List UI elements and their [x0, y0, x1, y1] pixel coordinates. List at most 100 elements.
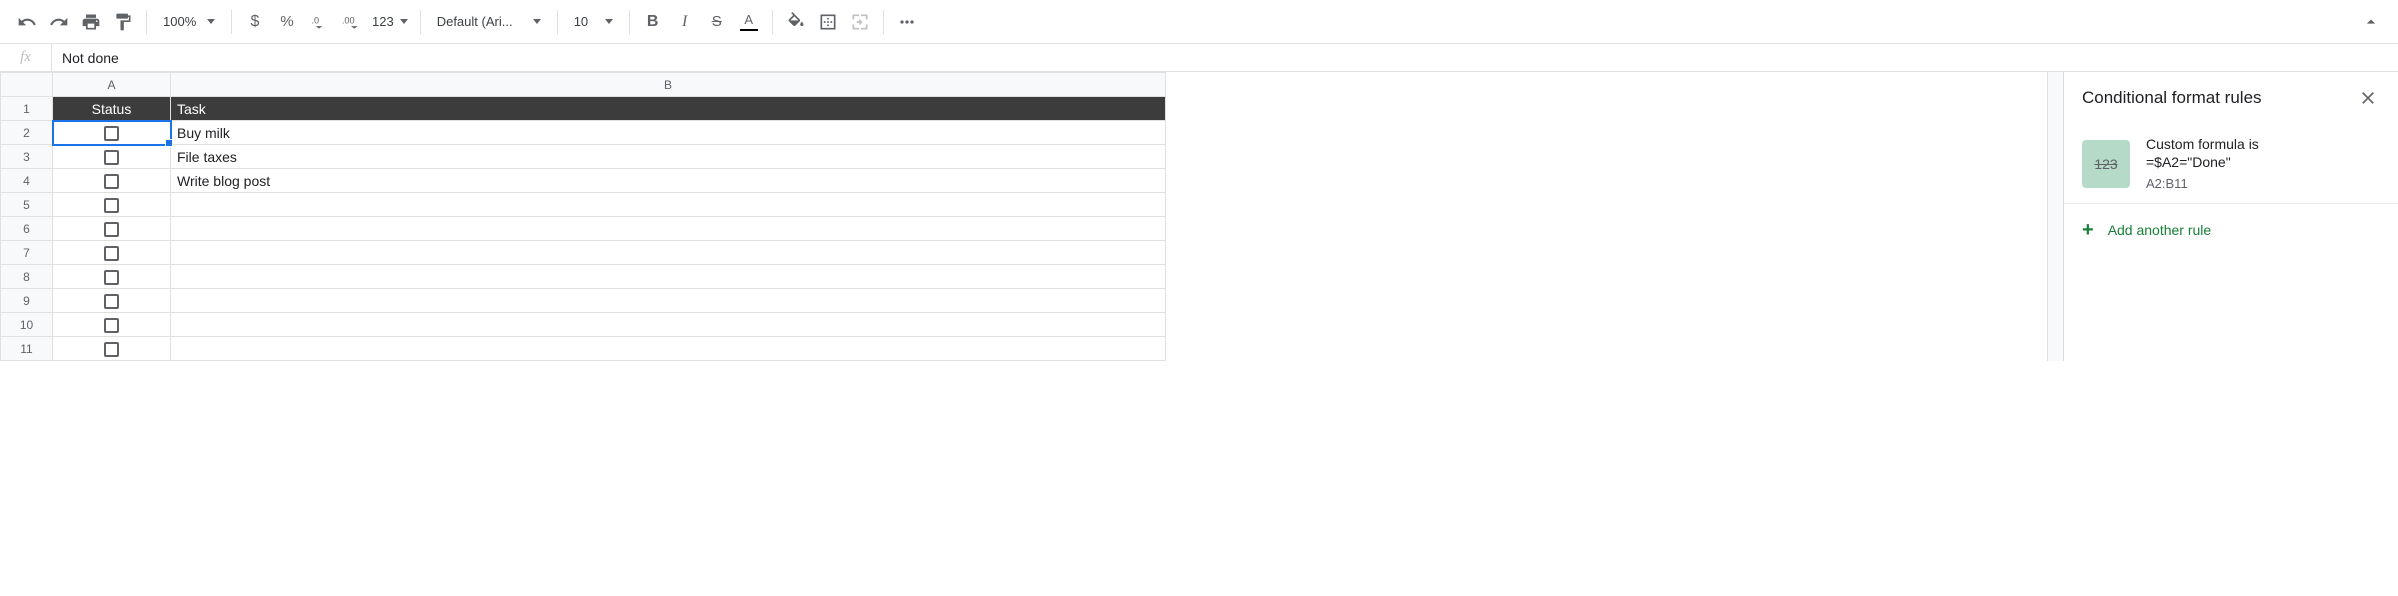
checkbox-icon: [104, 126, 119, 141]
task-cell[interactable]: File taxes: [171, 145, 1166, 169]
add-rule-button[interactable]: + Add another rule: [2064, 204, 2398, 256]
plus-icon: +: [2082, 220, 2094, 240]
decrease-decimal-button[interactable]: .0: [304, 7, 334, 37]
task-cell[interactable]: [171, 193, 1166, 217]
checkbox-cell[interactable]: [53, 169, 171, 193]
task-cell[interactable]: Write blog post: [171, 169, 1166, 193]
separator: [772, 10, 773, 34]
chevron-down-icon: [207, 19, 215, 24]
row-header[interactable]: 1: [1, 97, 53, 121]
task-cell[interactable]: [171, 241, 1166, 265]
checkbox-icon: [104, 246, 119, 261]
toolbar: 100% $ % .0 .00 123 Default (Ari... 10 B…: [0, 0, 2398, 44]
checkbox-icon: [104, 342, 119, 357]
borders-button[interactable]: [813, 7, 843, 37]
checkbox-icon: [104, 174, 119, 189]
row-header[interactable]: 7: [1, 241, 53, 265]
redo-button[interactable]: [44, 7, 74, 37]
row-header[interactable]: 11: [1, 337, 53, 361]
header-cell-status[interactable]: Status: [53, 97, 171, 121]
percent-button[interactable]: %: [272, 7, 302, 37]
more-button[interactable]: [892, 7, 922, 37]
column-header-b[interactable]: B: [171, 73, 1166, 97]
bold-button[interactable]: B: [638, 7, 668, 37]
task-cell[interactable]: [171, 289, 1166, 313]
zoom-value: 100%: [163, 14, 196, 29]
checkbox-cell[interactable]: [53, 241, 171, 265]
rule-preview-swatch: 123: [2082, 140, 2130, 188]
checkbox-icon: [104, 198, 119, 213]
font-family-dropdown[interactable]: Default (Ari...: [429, 7, 549, 37]
vertical-scrollbar[interactable]: [2047, 72, 2063, 361]
separator: [629, 10, 630, 34]
checkbox-cell[interactable]: [53, 337, 171, 361]
task-cell[interactable]: [171, 337, 1166, 361]
fx-icon: fx: [0, 44, 52, 71]
row-header[interactable]: 9: [1, 289, 53, 313]
chevron-down-icon: [533, 19, 541, 24]
format-rule-item[interactable]: 123 Custom formula is =$A2="Done" A2:B11: [2064, 128, 2398, 204]
rule-condition-type: Custom formula is: [2146, 136, 2259, 152]
conditional-format-sidebar: Conditional format rules 123 Custom form…: [2063, 72, 2398, 361]
rule-range: A2:B11: [2146, 176, 2259, 191]
task-cell[interactable]: [171, 313, 1166, 337]
font-family-value: Default (Ari...: [437, 14, 513, 29]
rule-formula: =$A2="Done": [2146, 154, 2259, 170]
print-button[interactable]: [76, 7, 106, 37]
close-sidebar-button[interactable]: [2356, 86, 2380, 110]
formula-bar: fx: [0, 44, 2398, 72]
font-size-value: 10: [574, 14, 588, 29]
task-cell[interactable]: Buy milk: [171, 121, 1166, 145]
undo-button[interactable]: [12, 7, 42, 37]
svg-text:.00: .00: [342, 15, 355, 25]
task-cell[interactable]: [171, 265, 1166, 289]
checkbox-cell[interactable]: [53, 145, 171, 169]
chevron-down-icon: [400, 19, 408, 24]
row-header[interactable]: 3: [1, 145, 53, 169]
spreadsheet-grid[interactable]: A B 1 Status Task 2 Buy milk 3 File taxes 4 W…: [0, 72, 2047, 361]
checkbox-cell[interactable]: [53, 193, 171, 217]
number-format-label: 123: [372, 14, 394, 29]
merge-cells-button[interactable]: [845, 7, 875, 37]
checkbox-icon: [104, 294, 119, 309]
font-size-dropdown[interactable]: 10: [566, 7, 621, 37]
row-header[interactable]: 5: [1, 193, 53, 217]
select-all-corner[interactable]: [1, 73, 53, 97]
separator: [146, 10, 147, 34]
checkbox-icon: [104, 150, 119, 165]
checkbox-cell[interactable]: [53, 265, 171, 289]
collapse-toolbar-button[interactable]: [2356, 7, 2386, 37]
separator: [557, 10, 558, 34]
checkbox-cell[interactable]: [53, 121, 171, 145]
sidebar-title: Conditional format rules: [2082, 88, 2262, 108]
rule-description: Custom formula is =$A2="Done" A2:B11: [2146, 136, 2259, 191]
strikethrough-button[interactable]: S: [702, 7, 732, 37]
checkbox-cell[interactable]: [53, 289, 171, 313]
number-format-dropdown[interactable]: 123: [368, 7, 412, 37]
checkbox-cell[interactable]: [53, 217, 171, 241]
fill-color-button[interactable]: [781, 7, 811, 37]
separator: [420, 10, 421, 34]
row-header[interactable]: 8: [1, 265, 53, 289]
column-header-a[interactable]: A: [53, 73, 171, 97]
row-header[interactable]: 4: [1, 169, 53, 193]
checkbox-icon: [104, 318, 119, 333]
row-header[interactable]: 2: [1, 121, 53, 145]
text-color-button[interactable]: A: [734, 7, 764, 37]
zoom-dropdown[interactable]: 100%: [155, 7, 223, 37]
separator: [231, 10, 232, 34]
separator: [883, 10, 884, 34]
currency-button[interactable]: $: [240, 7, 270, 37]
checkbox-cell[interactable]: [53, 313, 171, 337]
header-cell-task[interactable]: Task: [171, 97, 1166, 121]
chevron-down-icon: [605, 19, 613, 24]
increase-decimal-button[interactable]: .00: [336, 7, 366, 37]
row-header[interactable]: 6: [1, 217, 53, 241]
italic-button[interactable]: I: [670, 7, 700, 37]
task-cell[interactable]: [171, 217, 1166, 241]
formula-input[interactable]: [52, 44, 2398, 71]
row-header[interactable]: 10: [1, 313, 53, 337]
checkbox-icon: [104, 270, 119, 285]
svg-text:.0: .0: [312, 15, 320, 25]
paint-format-button[interactable]: [108, 7, 138, 37]
